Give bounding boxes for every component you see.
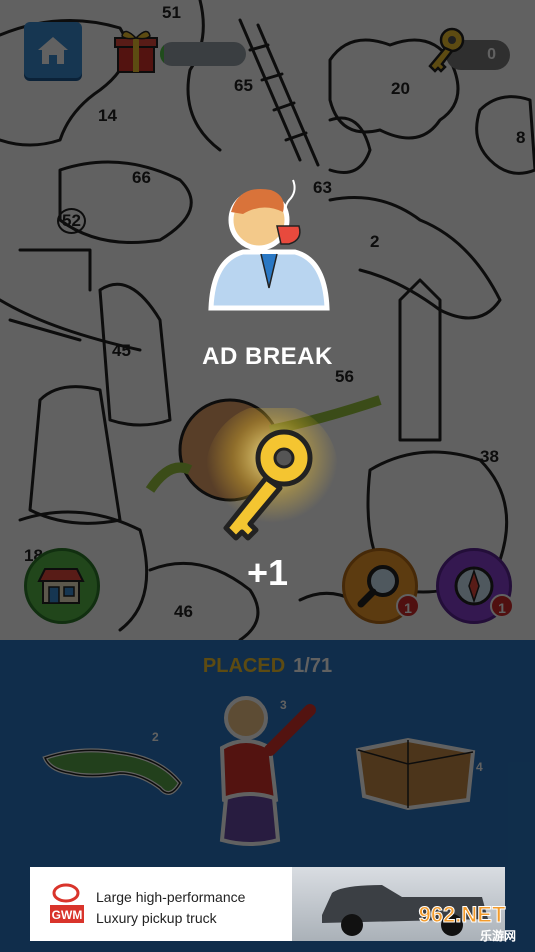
watermark-site: 962.NET (419, 902, 506, 927)
ad-line-1: Large high-performance (96, 889, 246, 905)
ad-brand: GWM (52, 908, 83, 922)
region-number: 51 (162, 3, 181, 22)
ad-break-title: AD BREAK (202, 343, 333, 370)
magnifier-count-badge: 1 (396, 594, 420, 618)
reward-amount: +1 (246, 552, 289, 593)
placed-count: 1/71 (293, 655, 333, 677)
piece-crocodile[interactable]: 2 (40, 728, 190, 813)
region-number: 46 (174, 602, 193, 621)
region-number: 8 (516, 128, 526, 147)
box-sticker (355, 737, 476, 811)
home-button[interactable] (24, 22, 82, 78)
piece-box[interactable]: 4 (348, 730, 488, 815)
region-number: 14 (98, 106, 117, 125)
completion-progress-bar (160, 42, 246, 66)
piece-number: 3 (280, 698, 287, 712)
region-number: 2 (370, 232, 380, 251)
region-number: 52 (57, 208, 86, 234)
region-number: 38 (480, 447, 499, 466)
placed-label: PLACED (202, 655, 286, 677)
ad-line-2: Luxury pickup truck (96, 910, 217, 926)
crocodile-sticker (42, 748, 183, 795)
region-number: 65 (234, 76, 253, 95)
region-number: 20 (391, 79, 410, 98)
region-number: 66 (132, 168, 151, 187)
piece-number: 2 (152, 730, 159, 744)
compass-count-badge: 1 (490, 594, 514, 618)
placed-counter: PLACED 1/71 (0, 655, 535, 678)
piece-number: 4 (476, 760, 483, 774)
key-icon (422, 26, 468, 76)
reward-key-icon (200, 404, 340, 558)
home-icon (38, 37, 68, 64)
piece-grandma[interactable]: 3 (210, 690, 330, 855)
grandma-sticker (219, 696, 316, 846)
coffee-man-icon (203, 168, 333, 318)
site-watermark: 962.NET 乐游网 (394, 898, 530, 944)
gift-icon[interactable] (112, 24, 160, 74)
watermark-sub: 乐游网 (480, 928, 516, 943)
